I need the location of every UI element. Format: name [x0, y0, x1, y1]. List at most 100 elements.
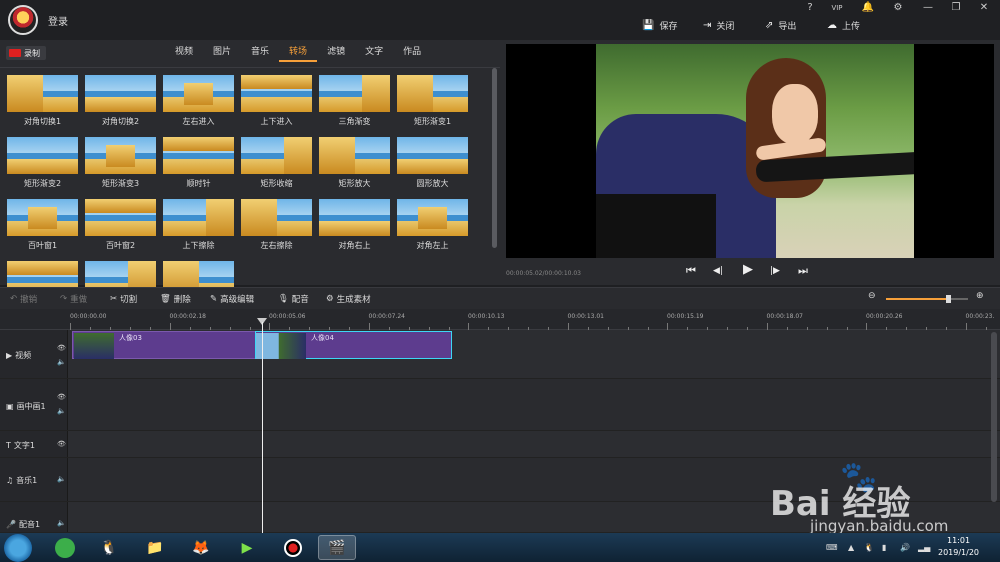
transition-thumbnail[interactable] [163, 75, 234, 112]
tab-filter[interactable]: 滤镜 [317, 46, 355, 62]
minimize-icon[interactable]: — [920, 2, 936, 13]
thumbnail-sea [7, 277, 78, 283]
upload-button[interactable]: ☁ 上传 [827, 19, 860, 32]
firefox-icon[interactable]: 🦊 [182, 535, 220, 560]
transition-thumbnail[interactable] [85, 199, 156, 236]
ruler-label: 00:00:13.01 [567, 313, 605, 320]
speaker-icon[interactable]: 🔈 [57, 475, 66, 483]
advanced-edit-button[interactable]: ✎ 高级编辑 [210, 293, 254, 305]
tray-arrow-icon[interactable]: ▲ [848, 543, 854, 552]
upload-icon: ☁ [827, 20, 837, 31]
skip-end-icon[interactable]: ⏭ [798, 264, 808, 278]
transition-thumbnail[interactable] [319, 199, 390, 236]
transition-thumbnail[interactable] [7, 137, 78, 174]
speaker-icon[interactable]: 🔈 [57, 358, 66, 366]
thumbnail-wheat [319, 137, 355, 174]
ruler-label: 00:00:23. [965, 313, 995, 320]
transition-thumbnail[interactable] [397, 199, 468, 236]
record-button[interactable]: 录制 [6, 46, 46, 60]
record-app-icon[interactable] [274, 535, 312, 560]
timeline-scrollbar[interactable] [991, 332, 997, 502]
zoom-out-icon[interactable]: ⊖ [868, 291, 876, 301]
zoom-slider[interactable] [886, 295, 968, 303]
cut-button[interactable]: ✂ 切割 [110, 293, 137, 305]
volume-tray-icon[interactable]: 🔊 [900, 543, 910, 552]
figure-skirt [596, 194, 716, 258]
transition-thumbnail[interactable] [319, 75, 390, 112]
tab-transition[interactable]: 转场 [279, 46, 318, 62]
ruler-label: 00:00:10.13 [468, 313, 505, 320]
tab-image[interactable]: 图片 [203, 46, 241, 62]
record-label: 录制 [24, 48, 40, 58]
speaker-icon[interactable]: 🔈 [57, 519, 66, 527]
transition-thumbnail[interactable] [241, 137, 312, 174]
transition-thumbnail[interactable] [163, 137, 234, 174]
file-explorer-icon[interactable]: 📁 [136, 535, 174, 560]
undo-button[interactable]: ↶ 撤销 [10, 293, 37, 305]
transition-thumbnail[interactable] [85, 75, 156, 112]
gear-icon[interactable]: ⚙ [890, 2, 906, 13]
play-icon[interactable]: ▶ [743, 262, 753, 277]
maximize-icon[interactable]: ❐ [948, 2, 964, 13]
save-button[interactable]: 💾 保存 [642, 19, 677, 32]
timeline-ruler[interactable]: 00:00:00.00 00:00:02.18 00:00:05.06 00:00:0… [0, 309, 1000, 330]
playhead-line[interactable] [262, 322, 263, 534]
transition-thumbnail[interactable] [7, 75, 78, 112]
transition-thumbnail[interactable] [163, 199, 234, 236]
tab-works[interactable]: 作品 [393, 46, 431, 62]
transition-thumbnail[interactable] [241, 199, 312, 236]
tab-text[interactable]: 文字 [355, 46, 393, 62]
transition-thumbnail[interactable] [397, 75, 468, 112]
transition-thumbnail[interactable] [85, 137, 156, 174]
skip-start-icon[interactable]: ⏮ [686, 264, 696, 278]
usb-tray-icon[interactable]: ▮ [882, 543, 886, 552]
library-scrollbar[interactable] [492, 68, 497, 248]
preview-screen [506, 44, 994, 258]
zoom-in-icon[interactable]: ⊕ [976, 291, 984, 301]
thumbnail-wheat [361, 75, 390, 112]
start-button[interactable] [4, 534, 32, 562]
transition-thumbnail[interactable] [397, 137, 468, 174]
transition-label: 矩形渐变2 [23, 179, 62, 188]
media-app-icon[interactable]: ▶ [228, 535, 266, 560]
export-button[interactable]: ⇗ 导出 [765, 19, 796, 32]
tab-music[interactable]: 音乐 [241, 46, 279, 62]
transition-thumbnail[interactable] [241, 75, 312, 112]
transition-thumbnail[interactable] [319, 137, 390, 174]
clip-portrait-04[interactable]: 人像04 [255, 331, 452, 359]
speaker-icon[interactable]: 🔈 [57, 407, 66, 415]
ruler-label: 00:00:05.06 [269, 313, 306, 320]
microphone-icon: 🎤 [6, 520, 16, 529]
tab-video[interactable]: 视频 [165, 46, 203, 62]
keyboard-tray-icon[interactable]: ⌨ [826, 543, 838, 552]
bell-icon[interactable]: 🔔 [860, 2, 876, 13]
pip-icon: ▣ [6, 402, 14, 411]
dub-button[interactable]: 🎙 配音 [278, 293, 309, 305]
video-editor-taskbar-icon[interactable]: 🎬 [318, 535, 356, 560]
generate-label: 生成素材 [336, 295, 371, 305]
delete-button[interactable]: 🗑 删除 [160, 293, 191, 305]
eye-icon[interactable]: 👁 [57, 344, 66, 352]
clip-portrait-03[interactable]: 人像03 [72, 331, 262, 359]
qq-tray-icon[interactable]: 🐧 [864, 543, 874, 552]
app-logo-avatar[interactable] [8, 5, 38, 35]
eye-icon[interactable]: 👁 [57, 440, 66, 448]
login-link[interactable]: 登录 [48, 13, 68, 28]
help-icon[interactable]: ? [802, 2, 818, 13]
zoom-control: ⊖ ⊕ [868, 291, 990, 304]
close-button[interactable]: ⇥ 关闭 [703, 19, 734, 32]
qq-icon[interactable]: 🐧 [90, 535, 128, 560]
prev-frame-icon[interactable]: ◀| [713, 266, 723, 276]
refresh-app-icon[interactable] [46, 535, 84, 560]
close-window-icon[interactable]: ✕ [976, 2, 992, 13]
generate-material-button[interactable]: ⚙ 生成素材 [326, 293, 371, 305]
vip-icon[interactable]: VIP [829, 4, 845, 12]
thumbnail-wheat [106, 145, 135, 167]
next-frame-icon[interactable]: |▶ [770, 266, 780, 276]
zoom-slider-knob[interactable] [945, 295, 951, 303]
eye-icon[interactable]: 👁 [57, 393, 66, 401]
redo-button[interactable]: ↷ 重做 [60, 293, 87, 305]
transition-thumbnail[interactable] [7, 199, 78, 236]
system-clock[interactable]: 11:01 2019/1/20 [938, 535, 979, 559]
network-tray-icon[interactable]: ▂▄ [918, 543, 930, 552]
